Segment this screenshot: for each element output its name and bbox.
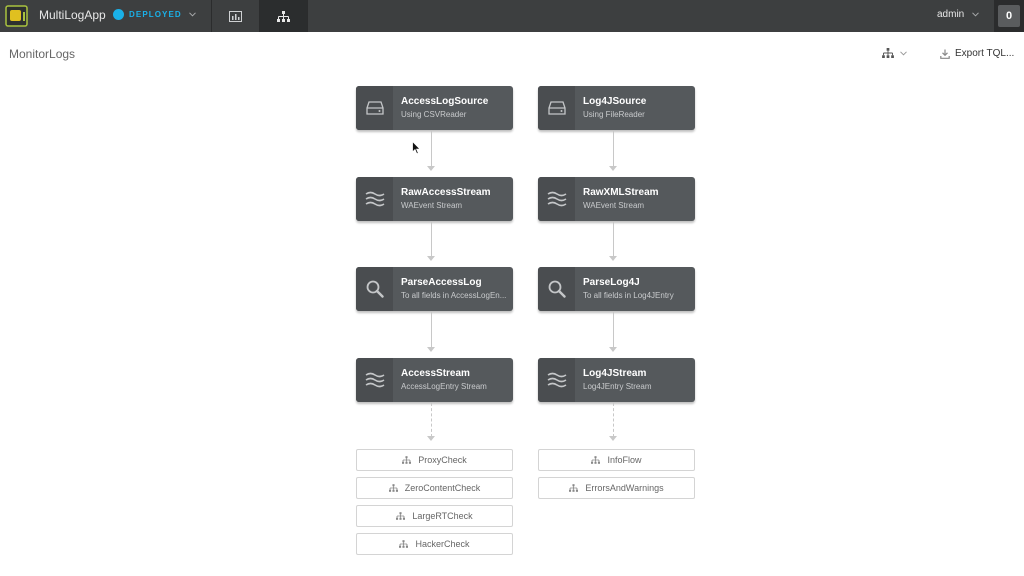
- subflow-button[interactable]: ZeroContentCheck: [356, 477, 513, 499]
- deploy-status-label: DEPLOYED: [129, 10, 182, 19]
- arrow-down-icon: [609, 256, 617, 261]
- mouse-cursor-icon: [412, 141, 421, 155]
- flow-node[interactable]: Log4JSource Using FileReader: [538, 86, 695, 130]
- node-title: AccessLogSource: [401, 96, 489, 107]
- flow-node[interactable]: AccessStream AccessLogEntry Stream: [356, 358, 513, 402]
- node-title: RawAccessStream: [401, 187, 491, 198]
- sitemap-icon: [402, 456, 412, 464]
- subflow-button[interactable]: LargeRTCheck: [356, 505, 513, 527]
- flow-designer-tab[interactable]: [260, 0, 307, 32]
- nav-divider: [307, 0, 308, 32]
- subflow-label: InfoFlow: [607, 455, 642, 465]
- flow-node[interactable]: ParseLog4J To all fields in Log4JEntry: [538, 267, 695, 311]
- deploy-status-dropdown[interactable]: DEPLOYED: [113, 9, 196, 20]
- node-subtitle: AccessLogEntry Stream: [401, 382, 487, 391]
- node-title: AccessStream: [401, 368, 470, 379]
- flow-connector: [613, 312, 614, 349]
- node-icon-wrap: [538, 177, 575, 221]
- stream-icon: [547, 191, 566, 207]
- export-tql-button[interactable]: Export TQL...: [940, 48, 1014, 59]
- layout-dropdown[interactable]: [882, 48, 907, 58]
- download-icon: [940, 49, 950, 59]
- sitemap-icon: [396, 512, 406, 520]
- subflow-label: HackerCheck: [415, 539, 470, 549]
- flow-connector: [431, 312, 432, 349]
- notification-count-button[interactable]: 0: [994, 0, 1024, 32]
- arrow-down-icon: [609, 166, 617, 171]
- bar-chart-icon: [229, 10, 242, 22]
- node-subtitle: WAEvent Stream: [401, 201, 463, 210]
- flow-connector: [613, 222, 614, 258]
- node-icon-wrap: [356, 358, 393, 402]
- node-subtitle: Log4JEntry Stream: [583, 382, 652, 391]
- node-title: ParseAccessLog: [401, 277, 482, 288]
- node-subtitle: Using FileReader: [583, 110, 645, 119]
- arrow-down-icon: [427, 166, 435, 171]
- chevron-down-icon: [972, 12, 980, 17]
- subflow-label: ProxyCheck: [418, 455, 467, 465]
- app-logo-icon[interactable]: [5, 5, 28, 27]
- sitemap-icon: [882, 48, 894, 58]
- username-label: admin: [937, 9, 965, 20]
- drive-icon: [365, 101, 384, 115]
- sitemap-icon: [591, 456, 601, 464]
- subflow-button[interactable]: InfoFlow: [538, 449, 695, 471]
- dashboard-tab[interactable]: [212, 0, 259, 32]
- arrow-down-icon: [427, 347, 435, 352]
- flow-node[interactable]: RawAccessStream WAEvent Stream: [356, 177, 513, 221]
- node-subtitle: To all fields in Log4JEntry: [583, 291, 674, 300]
- subflow-button[interactable]: HackerCheck: [356, 533, 513, 555]
- node-subtitle: Using CSVReader: [401, 110, 467, 119]
- flow-node[interactable]: Log4JStream Log4JEntry Stream: [538, 358, 695, 402]
- chevron-down-icon: [188, 12, 196, 17]
- node-title: ParseLog4J: [583, 277, 640, 288]
- arrow-down-icon: [427, 436, 435, 441]
- flow-connector: [431, 222, 432, 258]
- subflow-label: ErrorsAndWarnings: [585, 483, 664, 493]
- node-subtitle: To all fields in AccessLogEn...: [401, 291, 507, 300]
- arrow-down-icon: [427, 256, 435, 261]
- node-title: Log4JSource: [583, 96, 647, 107]
- node-icon-wrap: [356, 267, 393, 311]
- flow-node[interactable]: AccessLogSource Using CSVReader: [356, 86, 513, 130]
- node-icon-wrap: [538, 358, 575, 402]
- status-dot-icon: [113, 9, 124, 20]
- flow-connector: [613, 131, 614, 168]
- notification-count: 0: [998, 5, 1020, 27]
- flow-connector: [431, 131, 432, 168]
- drive-icon: [547, 101, 566, 115]
- search-icon: [366, 280, 384, 298]
- arrow-down-icon: [609, 347, 617, 352]
- sitemap-icon: [569, 484, 579, 492]
- top-bar: MultiLogApp DEPLOYED admin 0: [0, 0, 1024, 32]
- stream-icon: [547, 372, 566, 388]
- subflow-button[interactable]: ErrorsAndWarnings: [538, 477, 695, 499]
- export-label: Export TQL...: [955, 48, 1015, 59]
- flow-connector: [431, 403, 432, 437]
- subflow-label: LargeRTCheck: [412, 511, 473, 521]
- subflow-label: ZeroContentCheck: [404, 483, 481, 493]
- node-icon-wrap: [538, 267, 575, 311]
- sitemap-icon: [277, 10, 290, 22]
- page-title: MonitorLogs: [9, 47, 76, 61]
- subflow-button[interactable]: ProxyCheck: [356, 449, 513, 471]
- stream-icon: [365, 372, 384, 388]
- arrow-down-icon: [609, 436, 617, 441]
- node-icon-wrap: [356, 86, 393, 130]
- stream-icon: [365, 191, 384, 207]
- flow-node[interactable]: ParseAccessLog To all fields in AccessLo…: [356, 267, 513, 311]
- node-icon-wrap: [356, 177, 393, 221]
- node-subtitle: WAEvent Stream: [583, 201, 645, 210]
- flow-connector: [613, 403, 614, 437]
- app-name[interactable]: MultiLogApp: [39, 8, 106, 22]
- chevron-down-icon: [900, 50, 907, 56]
- node-icon-wrap: [538, 86, 575, 130]
- node-title: Log4JStream: [583, 368, 647, 379]
- sitemap-icon: [388, 484, 398, 492]
- flow-node[interactable]: RawXMLStream WAEvent Stream: [538, 177, 695, 221]
- user-menu[interactable]: admin: [937, 9, 980, 20]
- node-title: RawXMLStream: [583, 187, 659, 198]
- search-icon: [548, 280, 566, 298]
- sitemap-icon: [399, 540, 409, 548]
